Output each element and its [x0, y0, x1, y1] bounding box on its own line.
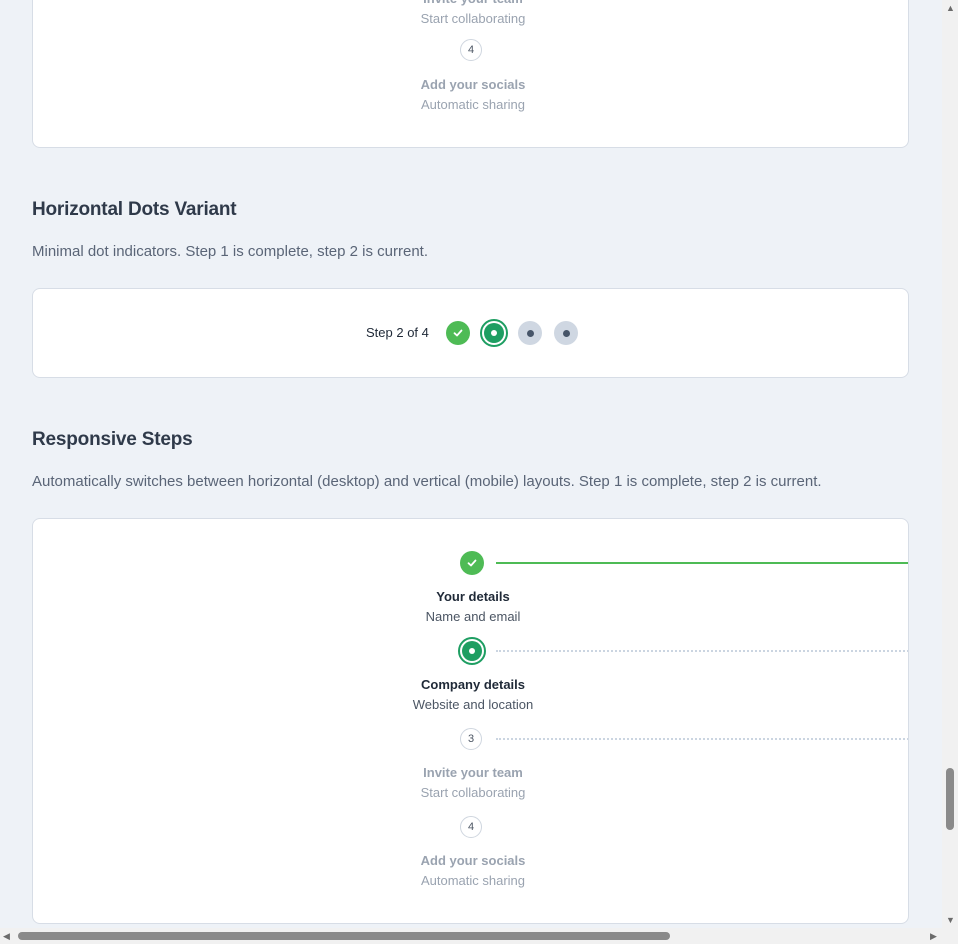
step-sublabel: Automatic sharing: [420, 873, 526, 888]
step-invite-team: Invite your team Start collaborating: [373, 0, 573, 29]
vertical-scroll-thumb[interactable]: [946, 768, 954, 830]
step-label: Invite your team: [373, 0, 573, 9]
step-label: Invite your team: [423, 765, 523, 780]
step-sublabel: Name and email: [425, 609, 521, 624]
dot-step-2-current: [480, 319, 508, 347]
responsive-stepper-card: Your details Name and email Company deta…: [32, 518, 909, 924]
step-sublabel: Start collaborating: [420, 11, 526, 26]
section-title: Responsive Steps: [32, 429, 193, 450]
step-sublabel: Website and location: [412, 697, 534, 712]
dot-step-1-complete: [446, 321, 470, 345]
connector-complete: [496, 562, 908, 564]
scroll-down-arrow-icon[interactable]: ▼: [946, 915, 955, 925]
step-add-socials: Add your socials Automatic sharing: [373, 75, 573, 115]
scroll-left-arrow-icon[interactable]: ◀: [3, 931, 10, 941]
step-label: Add your socials: [420, 77, 526, 92]
step-2-current-indicator: [458, 637, 486, 665]
step-number-indicator: 4: [460, 39, 482, 61]
section-title: Horizontal Dots Variant: [32, 199, 237, 220]
check-icon: [467, 559, 477, 567]
stepper-card-vertical: Invite your team Start collaborating 4 A…: [32, 0, 909, 148]
step-label: Add your socials: [420, 853, 526, 868]
step-invite-team: Invite your team Start collaborating: [373, 763, 573, 803]
check-icon: [453, 329, 463, 337]
dots-stepper-card: Step 2 of 4: [32, 288, 909, 378]
step-label: Company details: [420, 677, 526, 692]
dot-step-3-pending: [518, 321, 542, 345]
horizontal-scroll-thumb[interactable]: [18, 932, 670, 940]
dot-step-4-pending: [554, 321, 578, 345]
scroll-up-arrow-icon[interactable]: ▲: [946, 3, 955, 13]
step-sublabel: Automatic sharing: [420, 97, 526, 112]
step-3-number-indicator: 3: [460, 728, 482, 750]
step-your-details: Your details Name and email: [373, 587, 573, 627]
step-count-text: Step 2 of 4: [366, 325, 429, 340]
section-description: Minimal dot indicators. Step 1 is comple…: [32, 243, 429, 260]
vertical-scrollbar[interactable]: ▲ ▼: [942, 0, 958, 928]
step-4-number-indicator: 4: [460, 816, 482, 838]
step-label: Your details: [436, 589, 510, 604]
step-add-socials: Add your socials Automatic sharing: [373, 851, 573, 891]
step-1-complete-indicator: [460, 551, 484, 575]
horizontal-scrollbar[interactable]: ◀ ▶: [0, 928, 958, 944]
step-company-details: Company details Website and location: [373, 675, 573, 715]
section-description: Automatically switches between horizonta…: [32, 473, 822, 490]
step-sublabel: Start collaborating: [420, 785, 526, 800]
scroll-right-arrow-icon[interactable]: ▶: [930, 931, 937, 941]
connector-pending: [496, 650, 908, 652]
connector-pending: [496, 738, 908, 740]
